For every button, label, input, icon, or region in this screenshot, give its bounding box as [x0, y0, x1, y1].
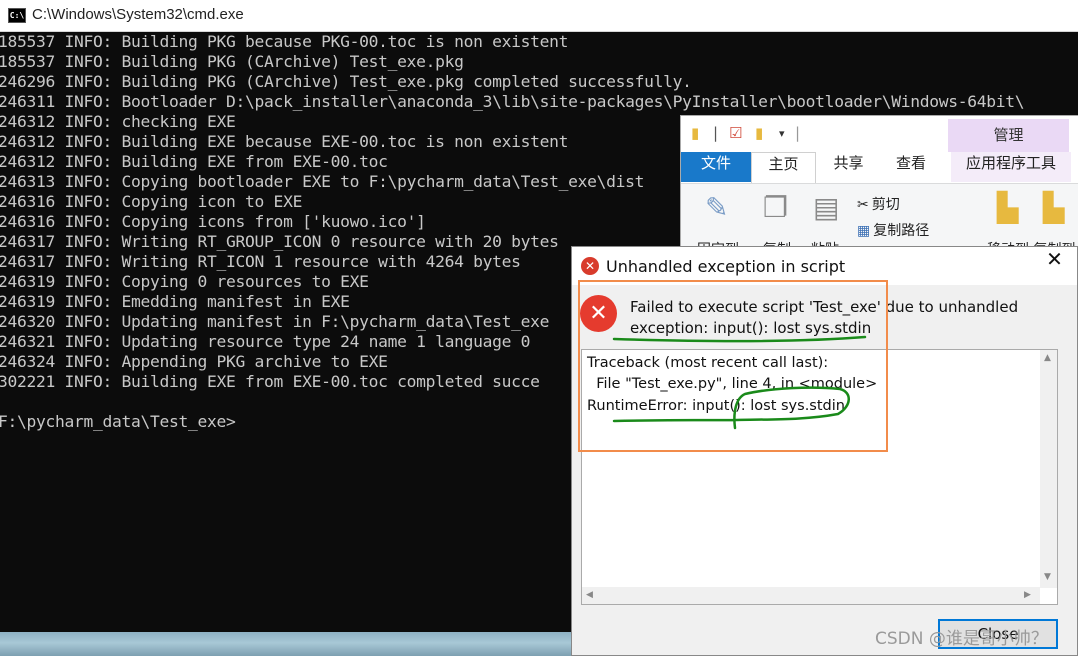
- watermark: CSDN @谁是哥小帅？: [875, 629, 1048, 649]
- handwritten-underline-marks: [612, 335, 867, 430]
- underline-runtime-error: [612, 386, 850, 430]
- underline-message: [612, 335, 867, 343]
